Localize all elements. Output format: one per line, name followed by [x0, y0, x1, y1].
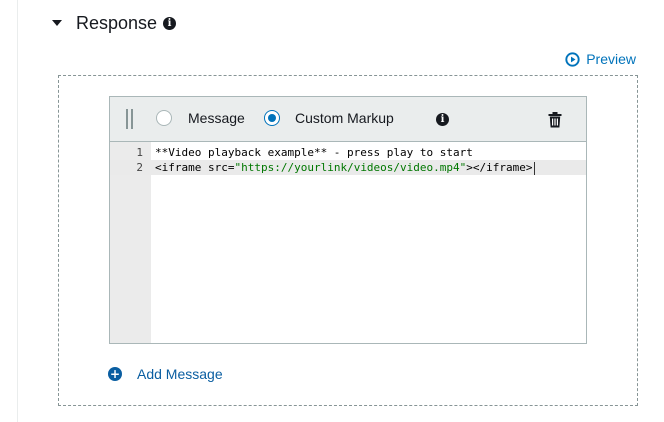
add-message-label: Add Message	[137, 366, 223, 382]
left-border-rule	[17, 0, 18, 422]
info-icon[interactable]: i	[163, 17, 177, 30]
line-number: 2	[136, 161, 143, 174]
info-icon[interactable]: i	[436, 113, 449, 126]
response-section-header[interactable]: Response i	[52, 10, 177, 36]
radio-custom-markup[interactable]	[264, 110, 280, 126]
iframe-tag-open: <iframe src=	[155, 161, 235, 174]
plus-circle-icon: +	[108, 367, 122, 381]
message-toolbar: Message Custom Markup i	[110, 97, 586, 142]
add-message-button[interactable]: + Add Message	[108, 366, 223, 382]
message-card: Message Custom Markup i 1 **Video playba…	[109, 96, 587, 344]
radio-message-label: Message	[188, 110, 245, 126]
preview-link[interactable]: Preview	[565, 51, 636, 67]
radio-option-message[interactable]: Message	[156, 110, 245, 126]
play-circle-icon	[565, 51, 580, 67]
caret-down-icon[interactable]	[52, 20, 62, 26]
radio-message[interactable]	[156, 110, 172, 126]
iframe-tag-close: ></iframe>	[466, 161, 533, 174]
text-cursor	[533, 161, 535, 175]
code-line-active: 2 <iframe src="https://yourlink/videos/v…	[110, 160, 586, 175]
radio-custom-markup-label: Custom Markup	[295, 110, 394, 126]
preview-label: Preview	[586, 51, 636, 67]
drag-handle-icon[interactable]	[126, 109, 133, 129]
code-line: 1 **Video playback example** - press pla…	[110, 145, 586, 160]
section-title: Response	[76, 12, 158, 33]
code-text: **Video playback example** - press play …	[155, 146, 473, 159]
code-text: <iframe src="https://yourlink/videos/vid…	[155, 160, 535, 175]
iframe-src-string: "https://yourlink/videos/video.mp4"	[234, 161, 467, 174]
trash-icon[interactable]	[548, 112, 562, 128]
radio-option-custom-markup[interactable]: Custom Markup	[264, 110, 394, 126]
line-number: 1	[136, 146, 143, 159]
code-editor[interactable]: 1 **Video playback example** - press pla…	[110, 142, 586, 343]
